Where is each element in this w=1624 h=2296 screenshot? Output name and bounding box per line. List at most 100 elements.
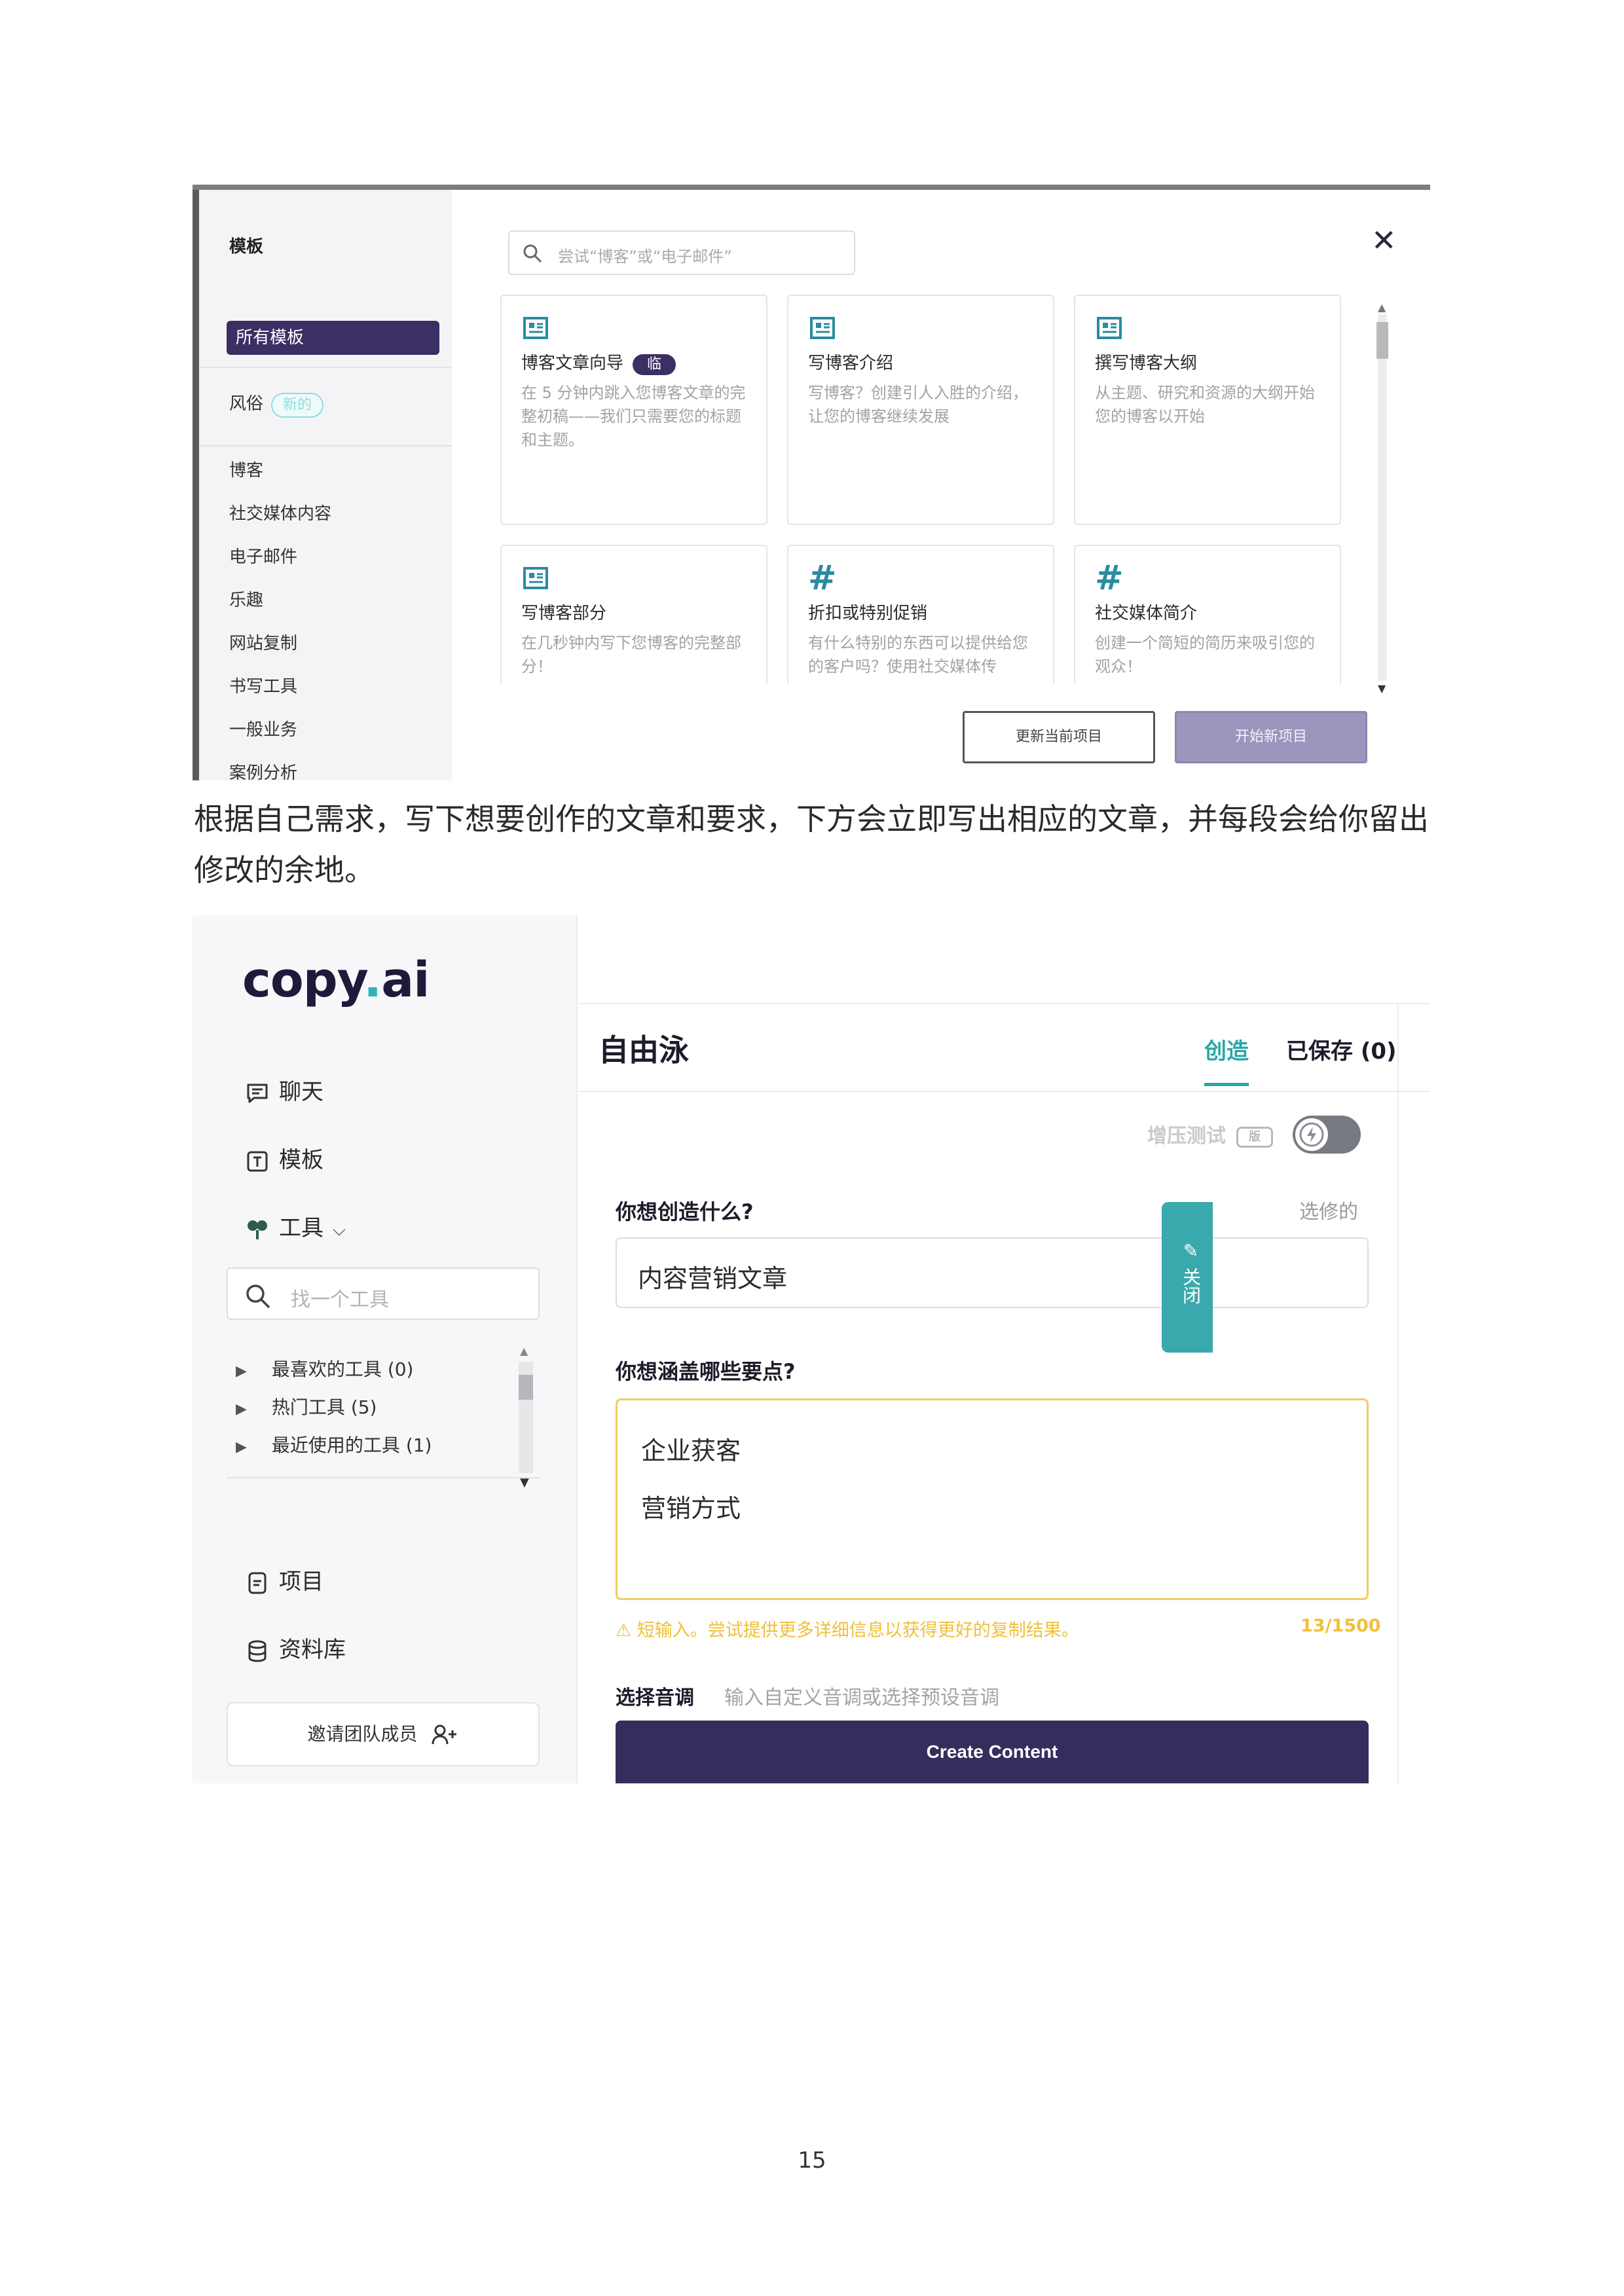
page-number: 15 [798, 2147, 826, 2174]
tree-item-popular[interactable]: ▶ 热门工具 (5) [236, 1393, 377, 1419]
logo-text: copy [242, 952, 364, 1008]
card-title: 折扣或特别促销 [808, 604, 928, 623]
toggle-knob [1295, 1118, 1328, 1151]
body-paragraph: 根据自己需求，写下想要创作的文章和要求，下方会立即写出相应的文章，并每段会给你留… [194, 801, 1429, 888]
card-title-text: 博客文章向导 [521, 354, 624, 373]
scroll-thumb[interactable] [1376, 322, 1388, 359]
tree-label: 最喜欢的工具 (0) [271, 1358, 414, 1380]
template-card[interactable]: # 社交媒体简介 创建一个简短的简历来吸引您的观众！ [1074, 545, 1341, 684]
tone-input[interactable]: 输入自定义音调或选择预设音调 [724, 1681, 999, 1710]
stress-test-toggle[interactable] [1293, 1116, 1361, 1154]
sidebar-item-website-copy[interactable]: 网站复制 [229, 630, 297, 654]
nav-item-projects[interactable]: 项目 [245, 1563, 323, 1595]
card-description: 从主题、研究和资源的大纲开始您的博客以开始 [1095, 384, 1315, 426]
panel-border [1397, 1003, 1399, 1783]
hash-icon: # [1095, 558, 1124, 598]
question-create-label: 你想创造什么? [616, 1199, 754, 1224]
sidebar-title: 模板 [229, 237, 264, 257]
invite-label: 邀请团队成员 [307, 1723, 418, 1745]
tools-scrollbar[interactable]: ▲ ▼ [516, 1345, 536, 1494]
question-points-label: 你想涵盖哪些要点? [616, 1359, 796, 1384]
sidebar-item-email[interactable]: 电子邮件 [229, 543, 297, 568]
sidebar-item-all-templates[interactable]: 所有模板 [227, 321, 439, 355]
optional-label: 选修的 [1299, 1201, 1358, 1224]
template-card[interactable]: # 折扣或特别促销 有什么特别的东西可以提供给您的客户吗？使用社交媒体传 [787, 545, 1054, 684]
find-tool-placeholder: 找一个工具 [291, 1288, 389, 1311]
template-scrollbar[interactable]: ▲ ▼ [1375, 301, 1390, 695]
stress-test-text: 增压测试 [1147, 1125, 1226, 1148]
app-sidebar: copy.ai 聊天 模板 工具 ⌵ 找一个工具 ▶ 最喜欢的工具 (0) ▶ 热门工… [193, 915, 578, 1783]
update-project-button[interactable]: 更新当前项目 [963, 711, 1155, 763]
find-tool-input[interactable]: 找一个工具 [227, 1267, 540, 1320]
beta-badge: 版 [1236, 1126, 1273, 1148]
nav-label: 工具 [279, 1215, 323, 1241]
search-icon [246, 1285, 270, 1309]
create-what-input[interactable]: 内容营销文章 [616, 1237, 1369, 1308]
header-divider [579, 1003, 1430, 1004]
warning-icon: ⚠ [616, 1620, 637, 1641]
card-description: 在 5 分钟内跳入您博客文章的完整初稿——我们只需要您的标题和主题。 [521, 384, 746, 449]
template-icon [247, 1151, 268, 1171]
card-description: 创建一个简短的简历来吸引您的观众！ [1095, 634, 1315, 676]
sidebar-item-general-business[interactable]: 一般业务 [229, 716, 297, 740]
template-card[interactable]: 博客文章向导临 在 5 分钟内跳入您博客文章的完整初稿——我们只需要您的标题和主… [500, 295, 767, 525]
tree-item-recent[interactable]: ▶ 最近使用的工具 (1) [236, 1431, 432, 1457]
newspaper-icon [523, 317, 548, 339]
template-grid: 博客文章向导临 在 5 分钟内跳入您博客文章的完整初稿——我们只需要您的标题和主… [500, 295, 1391, 684]
create-content-button[interactable]: Create Content [616, 1721, 1369, 1783]
logo-dot: . [363, 952, 382, 1008]
input-value: 内容营销文章 [638, 1264, 788, 1293]
start-project-button[interactable]: 开始新项目 [1175, 711, 1367, 763]
newspaper-icon [523, 567, 548, 589]
page-title: 自由泳 [599, 1032, 689, 1068]
card-description: 写博客？创建引人入胜的介绍，让您的博客继续发展 [808, 384, 1028, 426]
close-icon[interactable]: ✕ [1371, 223, 1397, 258]
tools-icon [248, 1220, 267, 1239]
sidebar-divider [199, 445, 452, 446]
sidebar-item-blog[interactable]: 博客 [229, 457, 263, 481]
sidebar-item-writing-tools[interactable]: 书写工具 [229, 673, 297, 697]
chat-icon [247, 1084, 268, 1102]
tab-create[interactable]: 创造 [1204, 1033, 1249, 1065]
card-title: 撰写博客大纲 [1095, 354, 1198, 373]
card-title: 写博客介绍 [808, 354, 894, 373]
close-panel-tab[interactable]: ✎ 关闭 [1162, 1202, 1213, 1353]
invite-team-button[interactable]: 邀请团队成员 [227, 1702, 540, 1766]
active-tab-indicator [1204, 1083, 1249, 1086]
projects-icon [248, 1572, 267, 1594]
nav-item-library[interactable]: 资料库 [245, 1631, 346, 1664]
scroll-up-arrow-icon[interactable]: ▲ [520, 1345, 528, 1357]
copyai-logo[interactable]: copy.ai [242, 952, 430, 1008]
scroll-down-arrow-icon[interactable]: ▼ [1378, 682, 1386, 695]
sidebar-item-fun[interactable]: 乐趣 [229, 587, 263, 611]
template-card[interactable]: 撰写博客大纲 从主题、研究和资源的大纲开始您的博客以开始 [1074, 295, 1341, 525]
tree-item-favorites[interactable]: ▶ 最喜欢的工具 (0) [236, 1355, 414, 1381]
scroll-track [1378, 314, 1387, 681]
tree-label: 最近使用的工具 (1) [271, 1434, 432, 1456]
template-search-input[interactable]: 尝试“博客”或“电子邮件” [508, 230, 855, 275]
scroll-up-arrow-icon[interactable]: ▲ [1378, 301, 1386, 314]
template-card[interactable]: 写博客介绍 写博客？创建引人入胜的介绍，让您的博客继续发展 [787, 295, 1054, 525]
database-icon [248, 1640, 267, 1662]
key-points-textarea[interactable]: 企业获客 营销方式 [616, 1398, 1369, 1600]
tab-saved[interactable]: 已保存 (0) [1286, 1033, 1397, 1065]
pencil-icon: ✎ [1180, 1240, 1202, 1267]
sidebar-item-style[interactable]: 风俗 新的 [229, 390, 324, 418]
tone-label: 选择音调 [616, 1686, 694, 1709]
nav-item-templates[interactable]: 模板 [245, 1142, 323, 1174]
nav-item-tools[interactable]: 工具 ⌵ [245, 1210, 346, 1242]
warning-text: 短输入。尝试提供更多详细信息以获得更好的复制结果。 [637, 1620, 1079, 1641]
lightning-icon [1299, 1122, 1324, 1147]
new-badge: 新的 [271, 393, 324, 418]
sidebar-item-label: 风俗 [229, 394, 264, 414]
template-card[interactable]: 写博客部分 在几秒钟内写下您博客的完整部分！ [500, 545, 767, 684]
caret-right-icon: ▶ [236, 1363, 247, 1379]
sidebar-divider [199, 367, 452, 368]
sidebar-item-social-media[interactable]: 社交媒体内容 [229, 500, 331, 524]
scroll-thumb[interactable] [519, 1375, 533, 1400]
nav-item-chat[interactable]: 聊天 [245, 1074, 323, 1106]
stress-test-label: 增压测试版 [1147, 1120, 1273, 1148]
sidebar-item-case-study[interactable]: 案例分析 [229, 759, 297, 780]
sidebar-divider [227, 1477, 540, 1478]
newspaper-icon [810, 317, 835, 339]
